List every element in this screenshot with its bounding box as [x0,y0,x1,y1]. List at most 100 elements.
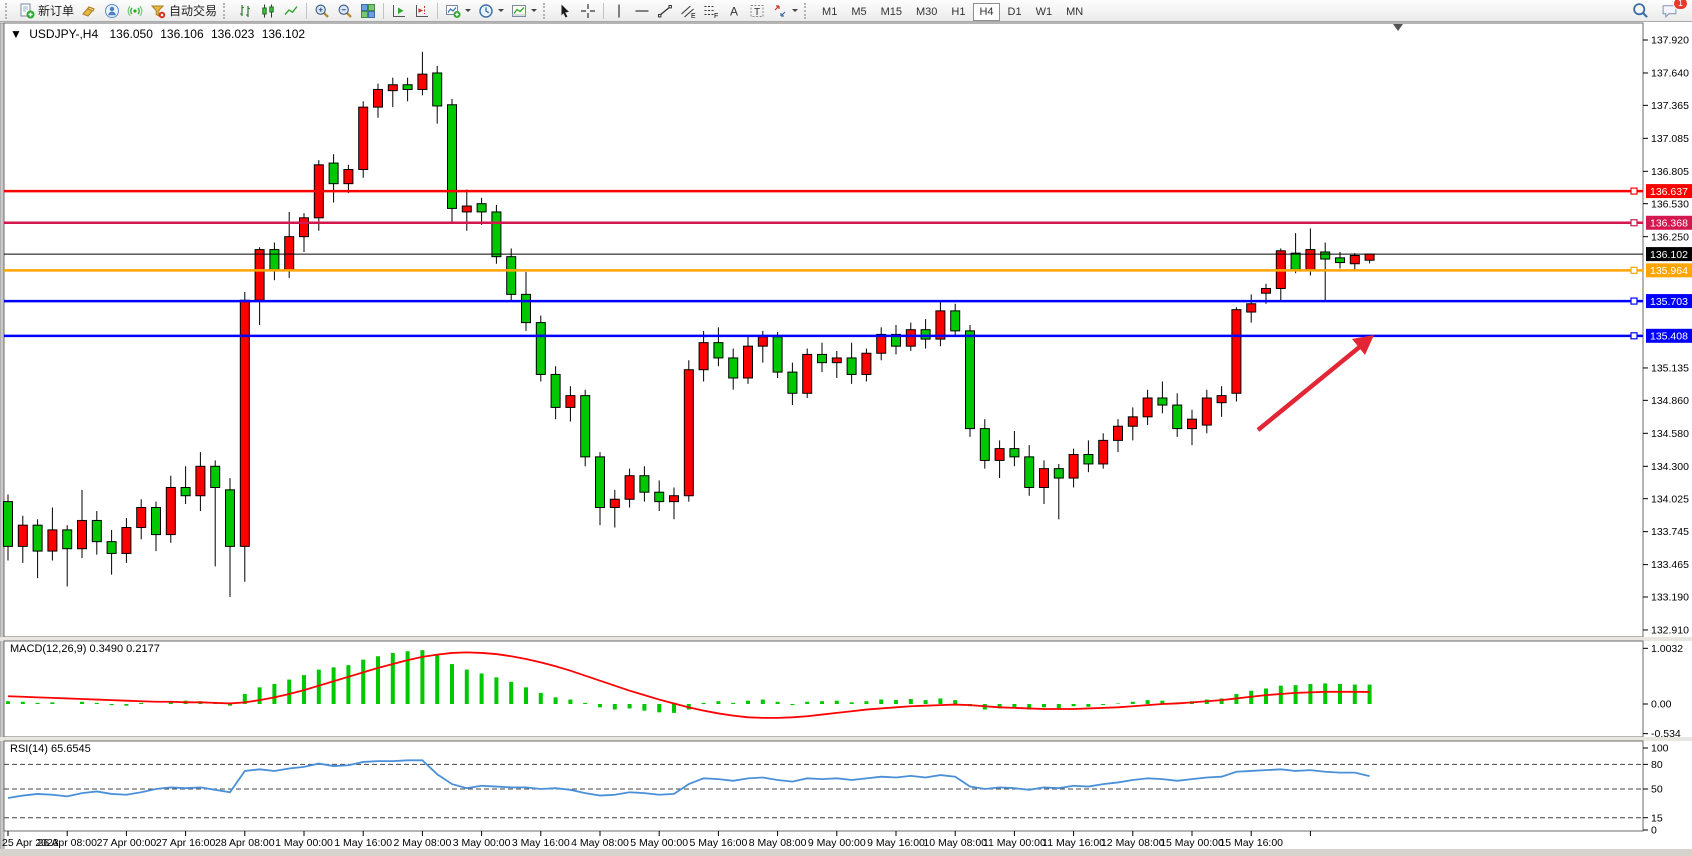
candle-body [240,300,249,546]
price-axis-label: 137.920 [1651,35,1689,47]
line-handle [1631,333,1637,339]
candle-body [122,528,131,554]
ohlc-close: 136.102 [262,27,305,41]
time-axis-label: 11 May 00:00 [983,837,1046,849]
time-axis-label: 5 May 00:00 [630,837,688,849]
rsi-axis-label: 80 [1651,759,1663,771]
candle-body [995,449,1004,461]
candle-body [1350,256,1359,264]
candle-body [847,358,856,374]
time-axis-label: 27 Apr 00:00 [97,837,157,849]
macd-pane [4,641,1643,737]
price-axis-label: 136.805 [1651,166,1689,178]
candle-body [566,396,575,408]
time-axis-label: 3 May 00:00 [453,837,511,849]
candle-body [1158,398,1167,405]
candle-body [1291,253,1300,271]
line-handle [1631,267,1637,273]
candle-body [359,107,368,169]
candle-body [1321,252,1330,259]
time-axis-label: 10 May 08:00 [923,837,987,849]
candle-body [744,346,753,378]
price-axis-label: 134.300 [1651,461,1689,473]
time-axis-label: 9 May 00:00 [808,837,866,849]
chart-canvas[interactable]: 137.920137.640137.365137.085136.805136.5… [0,0,1692,856]
candle-body [670,496,679,502]
price-axis-label: 136.250 [1651,231,1689,243]
candle-body [714,343,723,358]
price-badge-label: 135.964 [1650,265,1688,277]
time-axis-label: 8 May 08:00 [749,837,807,849]
candle-body [1025,457,1034,488]
price-axis-label: 135.135 [1651,363,1689,375]
candle-body [1247,304,1256,312]
candle-body [1217,396,1226,403]
pane-separator [0,637,1692,641]
time-axis-label: 28 Apr 08:00 [215,837,275,849]
price-axis-label: 136.530 [1651,198,1689,210]
candle-body [374,89,383,107]
time-axis-label: 15 May 16:00 [1219,837,1283,849]
candle-body [181,487,190,495]
candle-body [1114,426,1123,440]
candle-body [152,508,161,535]
macd-axis-label: 0.00 [1651,699,1672,711]
candle-body [551,374,560,407]
candle-body [329,163,338,184]
time-axis-label: 9 May 16:00 [867,837,925,849]
candle-body [1128,417,1137,426]
candle-body [1365,254,1374,260]
candle-body [462,206,471,212]
pane-separator [0,737,1692,741]
line-handle [1631,188,1637,194]
candle-body [255,250,264,301]
candle-body [581,396,590,457]
time-axis-label: 1 May 16:00 [334,837,392,849]
candle-body [418,74,427,89]
rsi-axis-label: 0 [1651,825,1657,837]
time-axis-label: 4 May 08:00 [571,837,629,849]
candle-body [788,372,797,393]
candle-body [33,525,42,551]
candle-body [403,85,412,90]
window-menu-icon[interactable]: ▼ [10,27,22,41]
candle-body [1143,398,1152,417]
candle-body [596,457,605,508]
price-axis-label: 133.190 [1651,592,1689,604]
candle-body [48,530,57,551]
price-badge-label: 135.408 [1650,331,1688,343]
candle-body [980,429,989,461]
candle-body [270,250,279,271]
macd-indicator-label: MACD(12,26,9) 0.3490 0.2177 [10,643,160,655]
line-handle [1631,220,1637,226]
candle-body [63,530,72,549]
price-badge-label: 136.368 [1650,218,1688,230]
time-axis-label: 26 Apr 08:00 [37,837,97,849]
chart-symbol-period: USDJPY-,H4 [29,27,98,41]
candle-body [818,354,827,362]
time-axis-label: 1 May 00:00 [275,837,333,849]
candle-body [344,170,353,184]
candle-body [877,334,886,353]
candle-body [1262,288,1271,293]
candle-body [1188,419,1197,428]
candle-body [196,466,205,495]
time-axis-label: 3 May 16:00 [512,837,570,849]
rsi-indicator-label: RSI(14) 65.6545 [10,743,91,755]
candle-body [729,358,738,378]
candle-body [522,294,531,322]
candle-body [507,257,516,295]
candle-body [1336,258,1345,263]
price-axis-label: 137.640 [1651,68,1689,80]
candle-body [640,476,649,492]
candle-body [921,330,930,339]
candle-body [388,85,397,91]
rsi-axis-label: 50 [1651,784,1663,796]
candle-body [625,476,634,500]
main-pane [4,23,1643,637]
candle-body [4,502,13,547]
candle-body [951,311,960,331]
candle-body [1084,455,1093,464]
candle-body [1040,469,1049,488]
candle-body [1173,405,1182,429]
